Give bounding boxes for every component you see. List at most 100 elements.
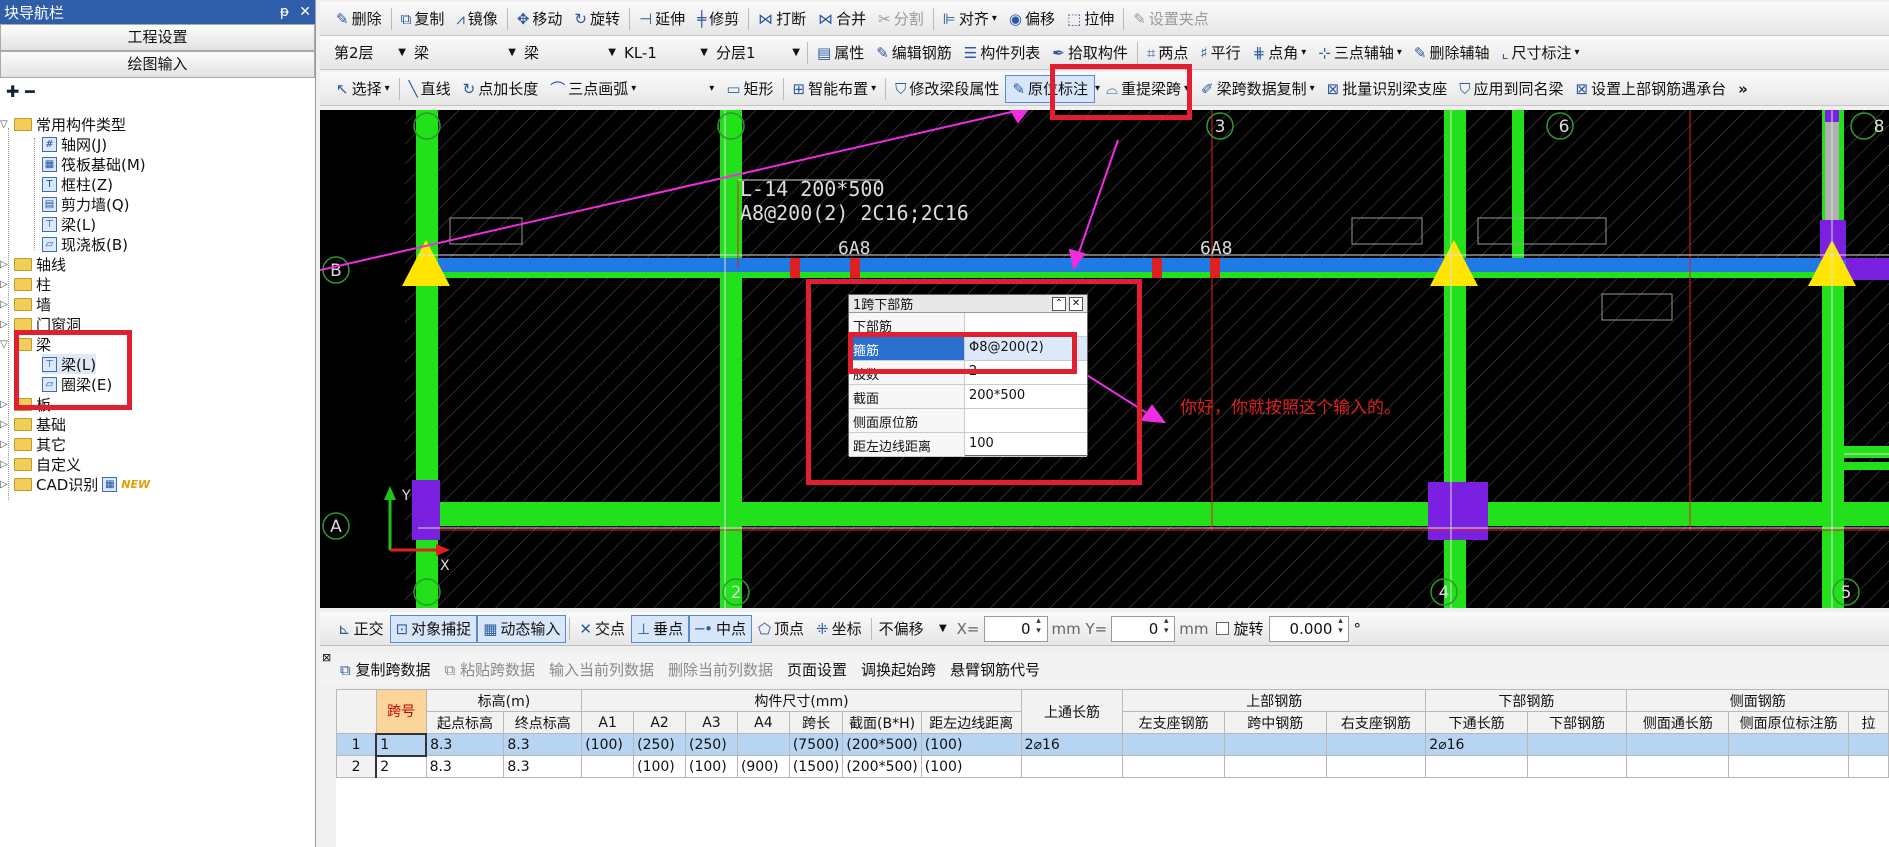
set-top-rebar-button[interactable]: ⊠ 设置上部钢筋遇承台 (1569, 75, 1732, 103)
dynamic-input-button[interactable]: ▦ 动态输入 (477, 614, 567, 643)
span-data-copy-button[interactable]: ✐ 梁跨数据复制 ▾ (1195, 75, 1321, 103)
pin-icon[interactable]: ᵽ (280, 4, 289, 20)
tree-expand-collapse[interactable]: ✚ ━ (0, 78, 315, 104)
tree-node-column[interactable]: ▷ 柱 (0, 274, 51, 294)
cantilever-code-button[interactable]: 悬臂钢筋代号 (950, 659, 1040, 680)
align-button[interactable]: ⊫ 对齐 ▾ (937, 5, 1003, 33)
chevron-down-icon: ▼ (792, 47, 800, 58)
vertex-button[interactable]: ⬠ 顶点 (752, 615, 810, 643)
span-table: 跨号 标高(m) 构件尺寸(mm) 上通长筋 上部钢筋 下部钢筋 侧面钢筋 起点… (336, 689, 1889, 847)
tree-item-raft[interactable]: ▦ 筏板基础(M) (42, 154, 146, 174)
stretch-button[interactable]: ⬚ 拉伸 (1061, 5, 1120, 33)
perpendicular-button[interactable]: ⊥ 垂点 (630, 614, 690, 643)
tree-item-shear-wall[interactable]: ▤ 剪力墙(Q) (42, 194, 130, 214)
extend-button[interactable]: ⊣ 延伸 (633, 5, 691, 33)
dimension-button[interactable]: ⌞ 尺寸标注 ▾ (1495, 39, 1585, 67)
merge-button[interactable]: ⋈ 合并 (812, 5, 872, 33)
point-angle-button[interactable]: ⋕ 点角 ▾ (1247, 39, 1313, 67)
col-section: 截面(B*H) (842, 711, 922, 734)
type-select-1[interactable]: 梁 ▼ (410, 40, 520, 66)
table-row[interactable]: 1 1 8.3 8.3 (100) (250) (250) (7500) (20… (336, 732, 1889, 757)
smart-layout-button[interactable]: ⊞ 智能布置 ▾ (787, 75, 883, 103)
batch-identify-button[interactable]: ⊠ 批量识别梁支座 (1321, 75, 1454, 103)
panel-close-icon[interactable]: ⊠ (322, 651, 331, 664)
floor-select[interactable]: 第2层 ▼ (330, 40, 410, 66)
drawing-input-button[interactable]: 绘图输入 (0, 51, 315, 78)
rotate-checkbox[interactable] (1216, 622, 1230, 635)
tree-item-grid[interactable]: # 轴网(J) (42, 134, 107, 154)
edit-rebar-button[interactable]: ✎ 编辑钢筋 (870, 39, 958, 67)
line-button[interactable]: ╲ 直线 (403, 75, 457, 103)
col-start-elev: 起点标高 (425, 711, 505, 734)
selected-beam[interactable] (438, 258, 1889, 272)
tree-item-slab[interactable]: ▱ 现浇板(B) (42, 234, 128, 254)
set-grip-button[interactable]: ✎ 设置夹点 (1127, 5, 1215, 33)
midpoint-button[interactable]: ─• 中点 (689, 614, 752, 643)
tree-node-cad[interactable]: ▷ CAD识别 ▦ NEW (0, 474, 150, 494)
tree-node-wall[interactable]: ▷ 墙 (0, 294, 51, 314)
tree-node-other[interactable]: ▷ 其它 (0, 434, 66, 454)
point-length-button[interactable]: ↻ 点加长度 (457, 75, 545, 103)
swap-start-span-button[interactable]: 调换起始跨 (861, 659, 936, 680)
parallel-button[interactable]: ♯ 平行 (1194, 39, 1246, 67)
two-point-button[interactable]: ⌗ 两点 (1141, 39, 1194, 67)
member-select[interactable]: KL-1 ▼ (620, 40, 712, 66)
tree-node-axis[interactable]: ▷ 轴线 (0, 254, 66, 274)
sublayer-select[interactable]: 分层1 ▼ (712, 40, 804, 66)
three-point-arc-button[interactable]: ⌒ 三点画弧 ▾ (544, 75, 642, 103)
project-settings-button[interactable]: 工程设置 (0, 24, 315, 51)
rectangle-button[interactable]: ▭ 矩形 (720, 75, 779, 103)
page-setup-button[interactable]: 页面设置 (787, 659, 847, 680)
modify-beam-attr-button[interactable]: ⛉ 修改梁段属性 (889, 75, 1005, 103)
col-left-distance: 距左边线距离 (920, 711, 1022, 734)
more-icon[interactable]: » (1732, 75, 1754, 103)
pick-member-button[interactable]: ✒ 拾取构件 (1046, 39, 1134, 67)
select-button[interactable]: ↖ 选择 ▾ (330, 75, 396, 103)
object-snap-button[interactable]: ⊡ 对象捕捉 (389, 614, 478, 643)
ortho-button[interactable]: ⊾ 正交 (332, 615, 390, 643)
paste-span-data-button[interactable]: ⧉ 粘贴跨数据 (445, 659, 536, 680)
table-row[interactable]: 2 2 8.3 8.3 (100) (100) (900) (1500) (20… (336, 755, 1889, 778)
input-column-data-button[interactable]: 输入当前列数据 (549, 659, 654, 680)
offset-button[interactable]: ◉ 偏移 (1003, 5, 1061, 33)
folder-icon (14, 437, 32, 451)
type-select-2[interactable]: 梁 ▼ (520, 40, 620, 66)
trim-button[interactable]: ╪ 修剪 (691, 5, 745, 33)
move-button[interactable]: ✥ 移动 (511, 5, 569, 33)
properties-button[interactable]: ▤ 属性 (811, 39, 870, 67)
rotate-button[interactable]: ↻ 旋转 (568, 5, 626, 33)
delete-column-data-button[interactable]: 删除当前列数据 (668, 659, 773, 680)
three-point-axis-button[interactable]: ⊹ 三点辅轴 ▾ (1312, 39, 1408, 67)
break-button[interactable]: ⋈ 打断 (752, 5, 812, 33)
split-button[interactable]: ✂ 分割 (872, 5, 930, 33)
tree-node-foundation[interactable]: ▷ 基础 (0, 414, 66, 434)
tree-item-beam[interactable]: ⊤ 梁(L) (42, 214, 96, 234)
x-input[interactable]: 0 (983, 615, 1048, 642)
coordinate-button[interactable]: ⁜ 坐标 (810, 615, 868, 643)
member-list-button[interactable]: ☰ 构件列表 (958, 39, 1046, 67)
y-input[interactable]: 0 (1111, 615, 1176, 642)
col-span-no[interactable]: 跨号 (375, 689, 427, 734)
rotate-input[interactable]: 0.000 (1269, 615, 1350, 642)
beam-annotation-1: L-14 200*500 (740, 177, 885, 201)
intersection-button[interactable]: ✕ 交点 (573, 615, 631, 643)
folder-icon (14, 257, 32, 271)
tree-node-common[interactable]: ▽ 常用构件类型 (0, 114, 126, 134)
mirror-button[interactable]: ⩘ 镜像 (450, 5, 503, 33)
col-tie: 拉 (1848, 711, 1889, 734)
tree-node-custom[interactable]: ▷ 自定义 (0, 454, 81, 474)
rotate-label: 旋转 (1233, 620, 1264, 638)
copy-span-data-button[interactable]: ⧉ 复制跨数据 (340, 659, 431, 680)
offset-select[interactable]: 不偏移 ▼ (875, 616, 951, 642)
close-icon[interactable]: ✕ (299, 4, 311, 20)
copy-button[interactable]: ⧉ 复制 (395, 5, 451, 33)
apply-same-name-button[interactable]: ⛉ 应用到同名梁 (1453, 75, 1569, 103)
tree-item-column[interactable]: T 框柱(Z) (42, 174, 113, 194)
panel-title: 块导航栏 (4, 3, 65, 22)
col-side-through: 侧面通长筋 (1626, 711, 1730, 734)
shape-dropdown[interactable]: ▾ (642, 75, 720, 103)
delete-axis-button[interactable]: ✎ 删除辅轴 (1408, 39, 1496, 67)
col-side-rebar: 侧面钢筋 (1626, 689, 1889, 712)
batch-identify-icon: ⊠ (1326, 79, 1340, 98)
delete-button[interactable]: ✎ 删除 (330, 5, 388, 33)
